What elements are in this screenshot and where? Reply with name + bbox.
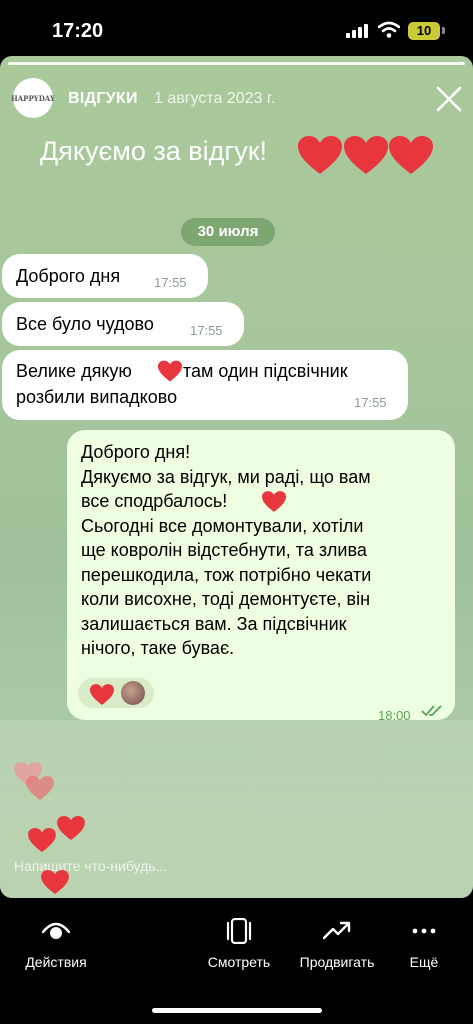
promote-label: Продвигать xyxy=(299,954,375,970)
incoming-message-1: Доброго дня 17:55 xyxy=(2,254,208,298)
signal-icon xyxy=(346,24,370,38)
more-button[interactable]: Ещё xyxy=(402,918,446,970)
message-text: Доброго дня xyxy=(16,266,121,286)
heart-reaction-icon xyxy=(90,684,114,705)
message-text: Все було чудово xyxy=(16,314,154,334)
eye-icon xyxy=(41,922,71,939)
floating-heart-icon xyxy=(26,776,54,800)
hearts-emoji-icon xyxy=(298,136,433,174)
incoming-message-2: Все було чудово 17:55 xyxy=(2,302,244,346)
story-action-bar: Действия Смотреть Продвигать Ещё xyxy=(0,898,473,1024)
floating-heart-icon xyxy=(28,828,56,852)
message-line: все сподрбалось! xyxy=(81,491,228,511)
message-text-line2: розбили випадково xyxy=(16,387,178,407)
floating-heart-icon xyxy=(57,816,85,840)
reply-input[interactable]: Напишите что-нибудь... xyxy=(14,858,167,874)
heart-emoji-icon xyxy=(262,491,286,512)
story-viewer[interactable]: HAPPYDAY ВІДГУКИ 1 августа 2023 г. Дякує… xyxy=(0,56,473,898)
message-line: коли висохне, тоді демонтуєте, він xyxy=(81,589,371,609)
story-header: HAPPYDAY ВІДГУКИ 1 августа 2023 г. xyxy=(0,76,473,122)
battery-icon: 10 xyxy=(408,22,440,40)
message-time: 17:55 xyxy=(190,323,223,338)
message-line: ще ковролін відстебнути, та злива xyxy=(81,540,367,560)
message-line: Доброго дня! xyxy=(81,442,191,462)
actions-label: Действия xyxy=(25,954,87,970)
message-line: перешкодила, тож потрібно чекати xyxy=(81,564,372,585)
channel-avatar[interactable]: HAPPYDAY xyxy=(11,78,55,118)
message-line: нічого, таке буває. xyxy=(81,638,235,658)
heart-emoji-icon xyxy=(158,360,182,382)
view-button[interactable]: Смотреть xyxy=(201,918,277,970)
status-bar: 17:20 10 xyxy=(0,0,473,56)
view-label: Смотреть xyxy=(207,954,271,970)
wifi-icon xyxy=(378,21,400,38)
promote-button[interactable]: Продвигать xyxy=(294,918,380,970)
message-text-end: там один підсвічник xyxy=(183,361,348,381)
message-reactions xyxy=(78,678,154,708)
message-time: 17:55 xyxy=(154,275,187,290)
story-date: 1 августа 2023 г. xyxy=(154,90,276,107)
message-line: Дякуємо за відгук, ми раді, що вам xyxy=(81,466,371,487)
trend-up-icon xyxy=(322,921,351,940)
incoming-message-3: Велике дякую там один підсвічник розбили… xyxy=(2,350,408,420)
story-view-icon xyxy=(226,918,252,944)
message-line: Сьогодні все домонтували, хотіли xyxy=(81,515,364,536)
date-separator: 30 июля xyxy=(181,218,275,246)
more-dots-icon xyxy=(412,928,436,934)
battery-tip xyxy=(442,27,445,34)
channel-name[interactable]: ВІДГУКИ xyxy=(68,90,138,108)
message-text-start: Велике дякую xyxy=(16,361,132,381)
outgoing-message: Доброго дня! Дякуємо за відгук, ми раді,… xyxy=(67,430,455,723)
more-label: Ещё xyxy=(409,954,439,970)
reactor-avatar xyxy=(121,681,145,705)
actions-button[interactable]: Действия xyxy=(20,918,92,970)
status-time: 17:20 xyxy=(52,20,104,42)
floating-heart-icon xyxy=(41,870,69,894)
story-progress-bar xyxy=(8,62,465,65)
message-line: залишається вам. За підсвічник xyxy=(81,613,347,634)
home-indicator xyxy=(152,1008,322,1013)
close-icon[interactable] xyxy=(436,86,462,112)
message-time: 17:55 xyxy=(354,395,387,410)
avatar-logo-text: HAPPYDAY xyxy=(11,93,55,103)
story-caption: Дякуємо за відгук! xyxy=(40,136,268,166)
double-check-icon xyxy=(421,705,442,717)
